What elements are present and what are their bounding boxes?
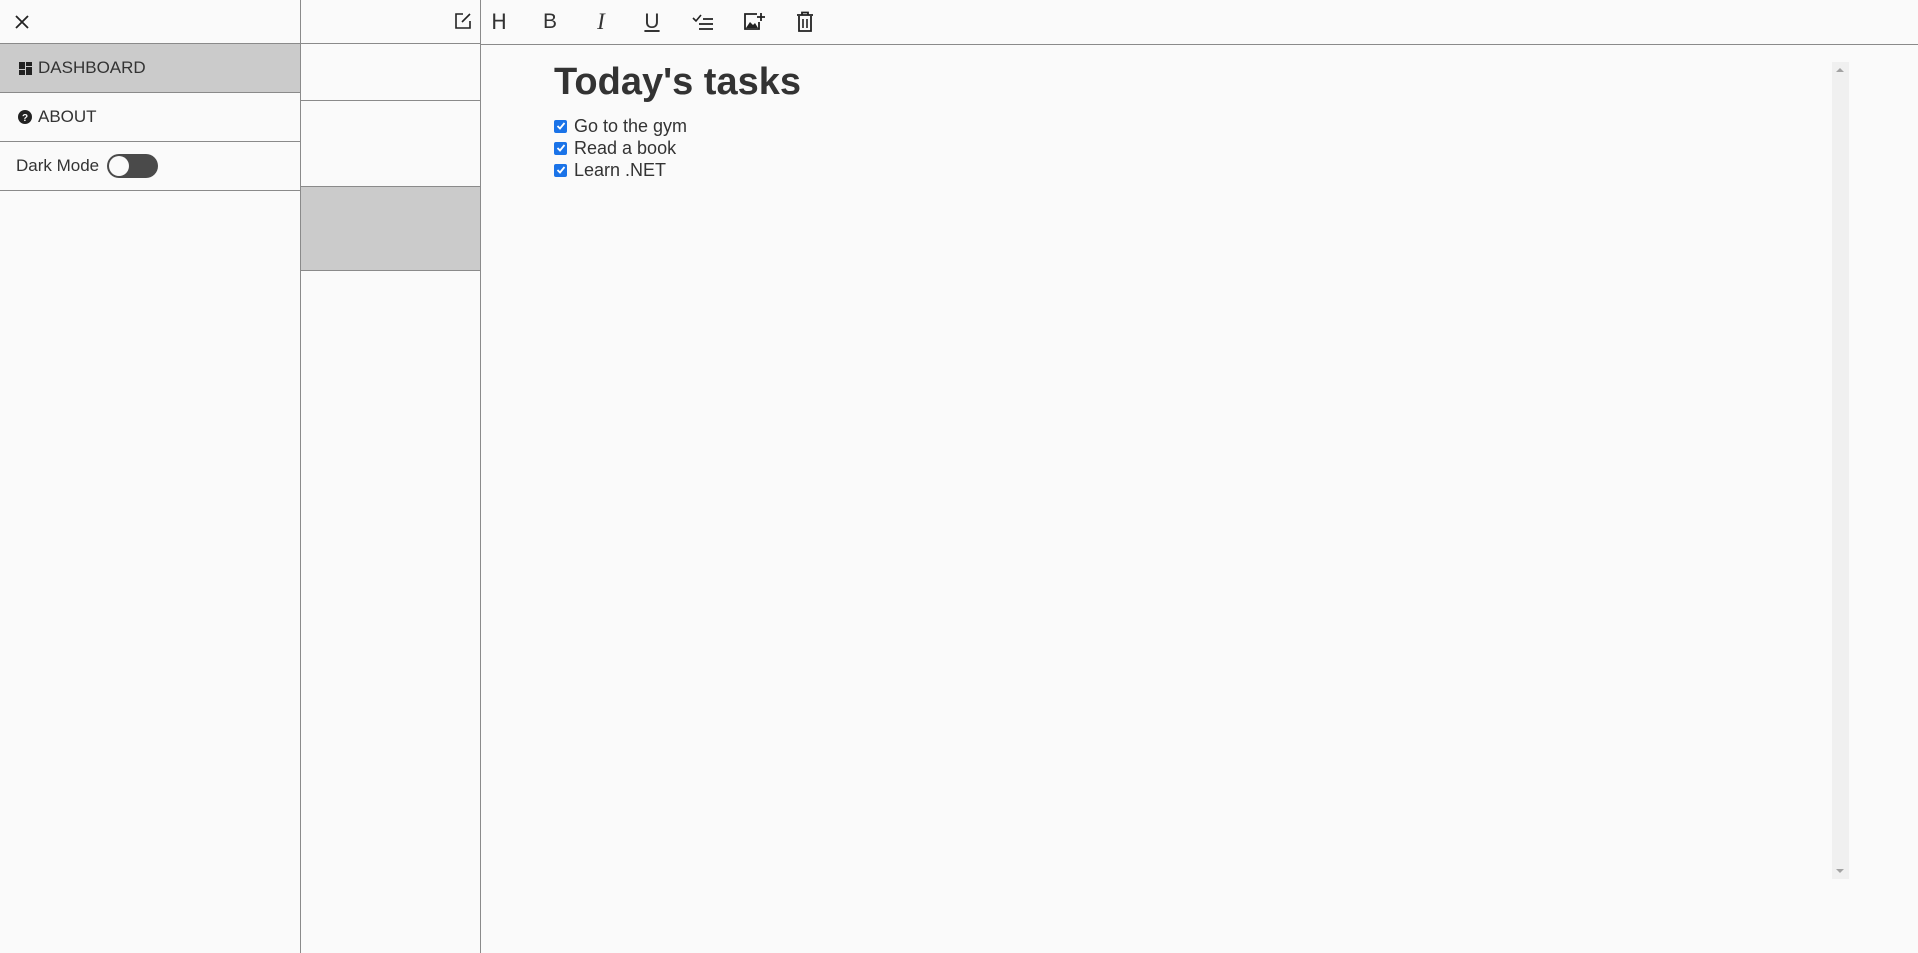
task-checkbox[interactable] <box>554 119 567 133</box>
close-menu-button[interactable] <box>10 10 34 34</box>
note-editor[interactable]: Today's tasks Go to the gym Read a book … <box>481 45 1918 953</box>
task-label: Go to the gym <box>574 115 688 136</box>
task-checkbox[interactable] <box>554 163 567 177</box>
trash-icon <box>797 11 813 32</box>
bold-button[interactable]: B <box>532 6 568 38</box>
check-icon <box>556 144 565 152</box>
task-list: Go to the gym Read a book Learn .NET <box>554 115 1899 181</box>
new-note-button[interactable] <box>452 10 474 32</box>
italic-icon: I <box>597 9 605 34</box>
notes-list <box>301 0 481 953</box>
note-title: Today's tasks <box>554 61 801 103</box>
dark-mode-label: Dark Mode <box>16 156 100 175</box>
menu-item-label: ABOUT <box>38 107 97 126</box>
toggle-knob <box>109 156 130 176</box>
check-icon <box>556 122 565 130</box>
task-checkbox[interactable] <box>554 141 567 155</box>
dark-mode-toggle[interactable] <box>107 154 159 178</box>
note-list-item[interactable] <box>301 44 480 101</box>
dashboard-icon <box>17 60 33 76</box>
delete-button[interactable] <box>787 6 823 38</box>
dark-mode-row: Dark Mode <box>0 142 300 191</box>
menu-item-dashboard[interactable]: DASHBOARD <box>0 44 300 93</box>
close-icon <box>15 15 29 29</box>
task-item: Learn .NET <box>554 159 1899 181</box>
scroll-up-arrow-icon[interactable] <box>1836 68 1844 72</box>
task-label: Read a book <box>574 137 677 158</box>
italic-button[interactable]: I <box>583 6 619 38</box>
insert-image-icon <box>744 13 765 30</box>
checklist-button[interactable] <box>685 6 721 38</box>
vertical-scrollbar[interactable] <box>1832 62 1849 879</box>
formatting-toolbar: H B I U <box>481 0 1918 45</box>
checklist-icon <box>692 14 713 30</box>
heading-button[interactable]: H <box>481 6 517 38</box>
new-note-icon <box>455 13 471 29</box>
bold-icon: B <box>542 10 557 33</box>
check-icon <box>556 166 565 174</box>
document-content[interactable]: Today's tasks Go to the gym Read a book … <box>554 60 1899 882</box>
scroll-down-arrow-icon[interactable] <box>1836 869 1844 873</box>
note-list-item[interactable] <box>301 101 480 187</box>
help-circle-icon: ? <box>17 109 33 125</box>
insert-image-button[interactable] <box>736 6 772 38</box>
note-list-item-selected[interactable] <box>301 187 480 271</box>
app-window: DASHBOARD ? ABOUT Dark Mode H B I U Toda… <box>0 0 1918 953</box>
heading-icon: H <box>491 10 507 34</box>
menu-item-label: DASHBOARD <box>38 58 146 77</box>
menu-item-about[interactable]: ? ABOUT <box>0 93 300 142</box>
task-item: Read a book <box>554 137 1899 159</box>
underline-icon: U <box>644 10 660 33</box>
task-label: Learn .NET <box>574 159 667 180</box>
menu-header <box>0 0 300 44</box>
side-menu: DASHBOARD ? ABOUT Dark Mode <box>0 0 301 953</box>
task-item: Go to the gym <box>554 115 1899 137</box>
notes-list-header <box>301 0 480 44</box>
svg-text:?: ? <box>22 113 28 124</box>
underline-button[interactable]: U <box>634 6 670 38</box>
